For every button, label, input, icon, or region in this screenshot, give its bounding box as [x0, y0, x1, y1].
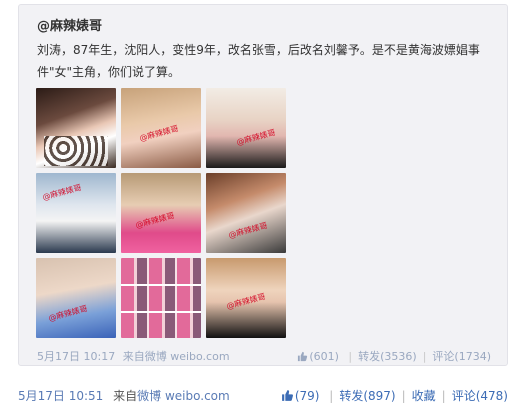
from-label: 来自	[113, 389, 138, 403]
from-label: 来自	[122, 350, 145, 363]
photo-thumbnail[interactable]	[36, 88, 116, 168]
watermark-text: @麻辣婊哥	[227, 220, 269, 241]
repost-link[interactable]: 转发(897)	[339, 389, 395, 403]
watermark-text: @麻辣婊哥	[41, 182, 83, 203]
watermark-text: @麻辣婊哥	[134, 210, 176, 231]
thumbs-up-icon	[298, 351, 308, 362]
source-link[interactable]: 微博 weibo.com	[137, 389, 230, 403]
watermark-text: @麻辣婊哥	[47, 303, 89, 324]
like-button[interactable]: (79)	[281, 389, 323, 403]
favorite-link[interactable]: 收藏	[412, 389, 436, 403]
photo-thumbnail[interactable]: @麻辣婊哥	[36, 258, 116, 338]
photo-thumbnail[interactable]: @麻辣婊哥	[206, 173, 286, 253]
photo-thumbnail[interactable]	[121, 258, 201, 338]
comment-link[interactable]: 评论(478)	[452, 389, 508, 403]
thumbs-up-icon	[281, 390, 293, 401]
photo-thumbnail[interactable]: @麻辣婊哥	[36, 173, 116, 253]
photo-thumbnail[interactable]: @麻辣婊哥	[121, 173, 201, 253]
quoted-like-button[interactable]: (601)	[297, 350, 342, 363]
source-link[interactable]: 微博 weibo.com	[145, 350, 230, 363]
quoted-repost-link[interactable]: 转发(3536)	[358, 350, 417, 363]
photo-thumbnail[interactable]: @麻辣婊哥	[206, 88, 286, 168]
quoted-post-meta: 5月17日 10:17 来自微博 weibo.com (601) | 转发(353…	[37, 350, 491, 363]
quoted-author-link[interactable]: @麻辣婊哥	[37, 15, 102, 34]
photo-grid: @麻辣婊哥 @麻辣婊哥 @麻辣婊哥 @麻辣婊哥 @麻辣婊哥 @麻辣婊哥 @麻辣婊…	[36, 88, 288, 338]
watermark-text: @麻辣婊哥	[235, 127, 277, 148]
watermark-text: @麻辣婊哥	[138, 123, 180, 144]
post-time-link[interactable]: 5月17日 10:51	[18, 389, 103, 403]
photo-thumbnail[interactable]: @麻辣婊哥	[121, 88, 201, 168]
quoted-post-time-link[interactable]: 5月17日 10:17	[37, 350, 115, 363]
watermark-text: @麻辣婊哥	[225, 291, 267, 312]
quoted-comment-link[interactable]: 评论(1734)	[432, 350, 491, 363]
quoted-post-card: @麻辣婊哥 刘涛，87年生，沈阳人，变性9年，改名张雪，后改名刘馨予。是不是黄海…	[18, 4, 508, 366]
photo-thumbnail[interactable]: @麻辣婊哥	[206, 258, 286, 338]
quoted-post-text: 刘涛，87年生，沈阳人，变性9年，改名张雪，后改名刘馨予。是不是黄海波嫖娼事件"…	[37, 43, 480, 79]
